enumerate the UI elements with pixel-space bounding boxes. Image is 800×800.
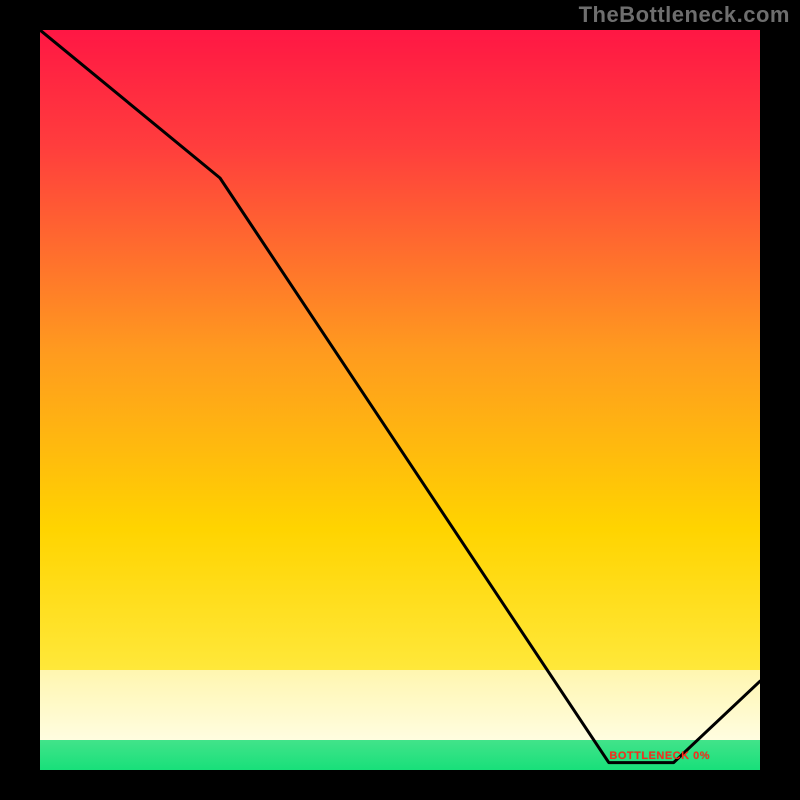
gradient-cream-band — [40, 670, 760, 740]
watermark-text: TheBottleneck.com — [579, 2, 790, 28]
bottleneck-label: BOTTLENECK 0% — [609, 750, 710, 762]
plot-area — [40, 30, 760, 770]
gradient-main — [40, 30, 760, 670]
plot-svg — [40, 30, 760, 770]
chart-frame: TheBottleneck.com — [0, 0, 800, 800]
